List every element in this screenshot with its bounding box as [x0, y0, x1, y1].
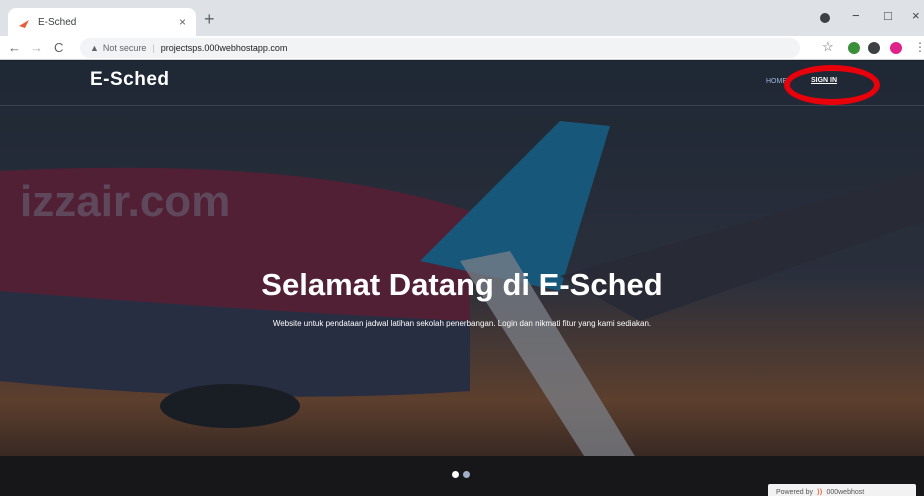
new-tab-button[interactable]: + — [204, 10, 215, 28]
powered-by-badge[interactable]: Powered by ⟩⟩ 000webhost — [768, 484, 916, 496]
header-divider — [0, 105, 924, 106]
tab-title: E-Sched — [38, 16, 77, 28]
carousel-dot[interactable] — [463, 471, 470, 478]
browser-tab[interactable]: E-Sched × — [8, 8, 196, 36]
profile-avatar[interactable] — [890, 42, 902, 54]
reload-button[interactable]: C — [54, 39, 63, 57]
site-logo[interactable]: E-Sched — [90, 69, 170, 91]
bookmark-star-icon[interactable]: ☆ — [822, 39, 834, 55]
favicon-icon — [18, 16, 30, 28]
browser-menu-icon[interactable]: ⋮ — [914, 40, 924, 54]
tab-close-icon[interactable]: × — [179, 15, 186, 29]
web-page: izzair.com E-Sched HOME SIGN IN Selamat … — [0, 61, 924, 496]
forward-button[interactable]: → — [30, 39, 43, 57]
powered-by-brand: 000webhost — [826, 488, 865, 496]
powered-by-label: Powered by — [776, 488, 813, 496]
back-button[interactable]: ← — [8, 39, 21, 57]
host-logo-icon: ⟩⟩ — [816, 489, 823, 496]
address-separator: | — [152, 43, 155, 53]
hero-subtitle: Website untuk pendataan jadwal latihan s… — [272, 319, 652, 328]
puzzle-icon[interactable] — [868, 42, 880, 54]
carousel-dot[interactable] — [452, 471, 459, 478]
security-label: Not secure — [102, 43, 147, 53]
minimize-button[interactable]: − — [852, 6, 860, 26]
maximize-button[interactable]: □ — [884, 6, 892, 26]
hero-title: Selamat Datang di E-Sched — [261, 267, 663, 302]
record-icon[interactable] — [820, 13, 830, 23]
browser-tab-strip: E-Sched × + − □ × — [0, 0, 924, 36]
url-text: projectsps.000webhostapp.com — [160, 43, 288, 53]
warning-icon: ▲ — [90, 43, 99, 53]
extension-icon[interactable] — [848, 42, 860, 54]
close-window-button[interactable]: × — [912, 6, 920, 26]
carousel-indicators — [452, 471, 470, 478]
address-bar-row: ← → C ▲ Not secure | projectsps.000webho… — [0, 36, 924, 60]
address-input[interactable]: ▲ Not secure | projectsps.000webhostapp.… — [80, 38, 800, 58]
highlight-circle — [784, 65, 880, 105]
